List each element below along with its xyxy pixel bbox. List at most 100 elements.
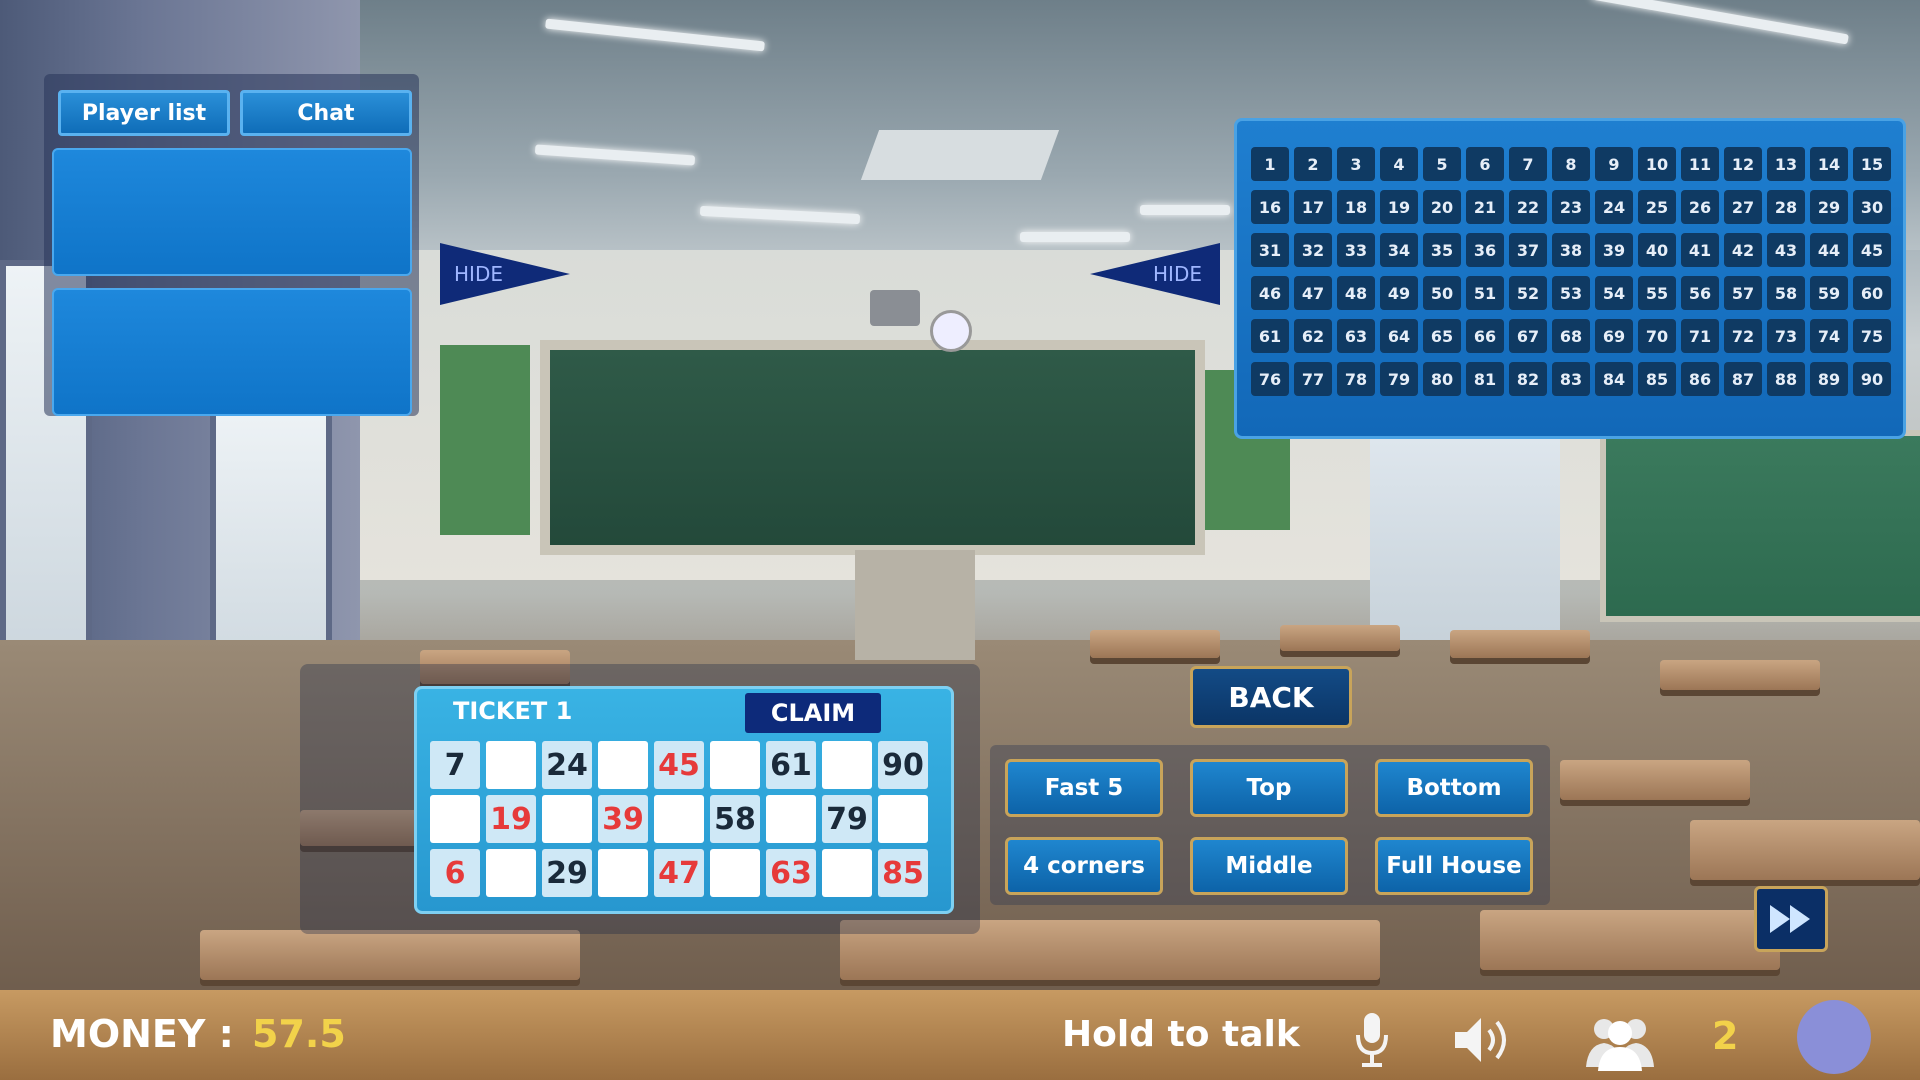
number-cell: 74 (1810, 319, 1848, 353)
number-cell: 33 (1337, 233, 1375, 267)
ticket-number-cell[interactable]: 63 (766, 849, 816, 897)
ticket-number-cell[interactable]: 7 (430, 741, 480, 789)
ticket-empty-cell[interactable] (766, 795, 816, 843)
fast5-button[interactable]: Fast 5 (1005, 759, 1163, 817)
ticket-empty-cell[interactable] (822, 741, 872, 789)
number-cell: 11 (1681, 147, 1719, 181)
player-count: 2 (1712, 1014, 1739, 1058)
tab-chat[interactable]: Chat (240, 90, 412, 136)
ticket-title: TICKET 1 (453, 697, 573, 725)
ticket-empty-cell[interactable] (710, 741, 760, 789)
number-cell: 2 (1294, 147, 1332, 181)
ticket-number-cell[interactable]: 19 (486, 795, 536, 843)
number-cell: 3 (1337, 147, 1375, 181)
players-button[interactable] (1580, 1010, 1660, 1074)
number-cell: 16 (1251, 190, 1289, 224)
fast-forward-button[interactable] (1754, 886, 1828, 952)
bottom-button[interactable]: Bottom (1375, 759, 1533, 817)
ticket-number-cell[interactable]: 6 (430, 849, 480, 897)
full-house-button[interactable]: Full House (1375, 837, 1533, 895)
claim-button[interactable]: CLAIM (745, 693, 881, 733)
ticket-number-cell[interactable]: 58 (710, 795, 760, 843)
number-cell: 21 (1466, 190, 1504, 224)
number-cell: 40 (1638, 233, 1676, 267)
number-cell: 46 (1251, 276, 1289, 310)
wall-clock (930, 310, 972, 352)
ceiling-panel (860, 130, 1060, 180)
number-cell: 75 (1853, 319, 1891, 353)
number-cell: 68 (1552, 319, 1590, 353)
ticket-number-cell[interactable]: 47 (654, 849, 704, 897)
number-cell: 39 (1595, 233, 1633, 267)
number-cell: 8 (1552, 147, 1590, 181)
ticket-empty-cell[interactable] (710, 849, 760, 897)
ticket-number-cell[interactable]: 85 (878, 849, 928, 897)
number-cell: 56 (1681, 276, 1719, 310)
desk (1280, 625, 1400, 651)
ticket-empty-cell[interactable] (878, 795, 928, 843)
ticket-grid: 7 24 45 61 90 19 39 58 79 6 29 47 63 85 (430, 741, 928, 897)
ticket-number-cell[interactable]: 79 (822, 795, 872, 843)
number-cell: 73 (1767, 319, 1805, 353)
ticket-empty-cell[interactable] (598, 741, 648, 789)
ticket-empty-cell[interactable] (542, 795, 592, 843)
number-cell: 10 (1638, 147, 1676, 181)
number-cell: 1 (1251, 147, 1289, 181)
player-list-box[interactable] (52, 148, 412, 276)
number-cell: 34 (1380, 233, 1418, 267)
microphone-button[interactable] (1352, 1010, 1392, 1070)
number-cell: 25 (1638, 190, 1676, 224)
microphone-icon (1356, 1013, 1388, 1067)
avatar[interactable] (1797, 1000, 1871, 1074)
back-button[interactable]: BACK (1190, 666, 1352, 728)
number-cell: 81 (1466, 362, 1504, 396)
four-corners-button[interactable]: 4 corners (1005, 837, 1163, 895)
ticket-empty-cell[interactable] (598, 849, 648, 897)
number-cell: 67 (1509, 319, 1547, 353)
ticket-number-cell[interactable]: 39 (598, 795, 648, 843)
number-cell: 17 (1294, 190, 1332, 224)
ticket-number-cell[interactable]: 90 (878, 741, 928, 789)
number-cell: 84 (1595, 362, 1633, 396)
desk (1450, 630, 1590, 658)
number-cell: 57 (1724, 276, 1762, 310)
number-cell: 78 (1337, 362, 1375, 396)
ticket-number-cell[interactable]: 24 (542, 741, 592, 789)
number-cell: 83 (1552, 362, 1590, 396)
ticket-empty-cell[interactable] (486, 849, 536, 897)
number-board: 1 2 3 4 5 6 7 8 9 10 11 12 13 14 15 16 17 18 19 20 21 22 23 24 2… (1234, 118, 1906, 439)
speaker-button[interactable] (1450, 1010, 1522, 1070)
number-cell: 79 (1380, 362, 1418, 396)
ticket-number-cell[interactable]: 45 (654, 741, 704, 789)
desk (1560, 760, 1750, 800)
middle-button[interactable]: Middle (1190, 837, 1348, 895)
fast-forward-icon (1770, 905, 1810, 933)
number-cell: 41 (1681, 233, 1719, 267)
speaker-icon (1455, 1018, 1506, 1062)
ticket-number-cell[interactable]: 61 (766, 741, 816, 789)
number-cell: 71 (1681, 319, 1719, 353)
desk (1690, 820, 1920, 880)
ticket-empty-cell[interactable] (486, 741, 536, 789)
claims-panel: Fast 5 Top Bottom 4 corners Middle Full … (990, 745, 1550, 905)
number-cell: 58 (1767, 276, 1805, 310)
pin-board (440, 345, 530, 535)
ticket-empty-cell[interactable] (430, 795, 480, 843)
number-grid: 1 2 3 4 5 6 7 8 9 10 11 12 13 14 15 16 17 18 19 20 21 22 23 24 2… (1251, 147, 1891, 396)
tab-player-list[interactable]: Player list (58, 90, 230, 136)
ticket-number-cell[interactable]: 29 (542, 849, 592, 897)
number-cell: 18 (1337, 190, 1375, 224)
top-button[interactable]: Top (1190, 759, 1348, 817)
number-cell: 54 (1595, 276, 1633, 310)
ticket-empty-cell[interactable] (822, 849, 872, 897)
number-cell: 29 (1810, 190, 1848, 224)
ticket-empty-cell[interactable] (654, 795, 704, 843)
number-cell: 24 (1595, 190, 1633, 224)
money-value: 57.5 (252, 1012, 346, 1056)
ceiling-light (1020, 232, 1130, 242)
desk (1090, 630, 1220, 658)
number-cell: 64 (1380, 319, 1418, 353)
chat-box[interactable] (52, 288, 412, 416)
number-cell: 66 (1466, 319, 1504, 353)
number-cell: 87 (1724, 362, 1762, 396)
